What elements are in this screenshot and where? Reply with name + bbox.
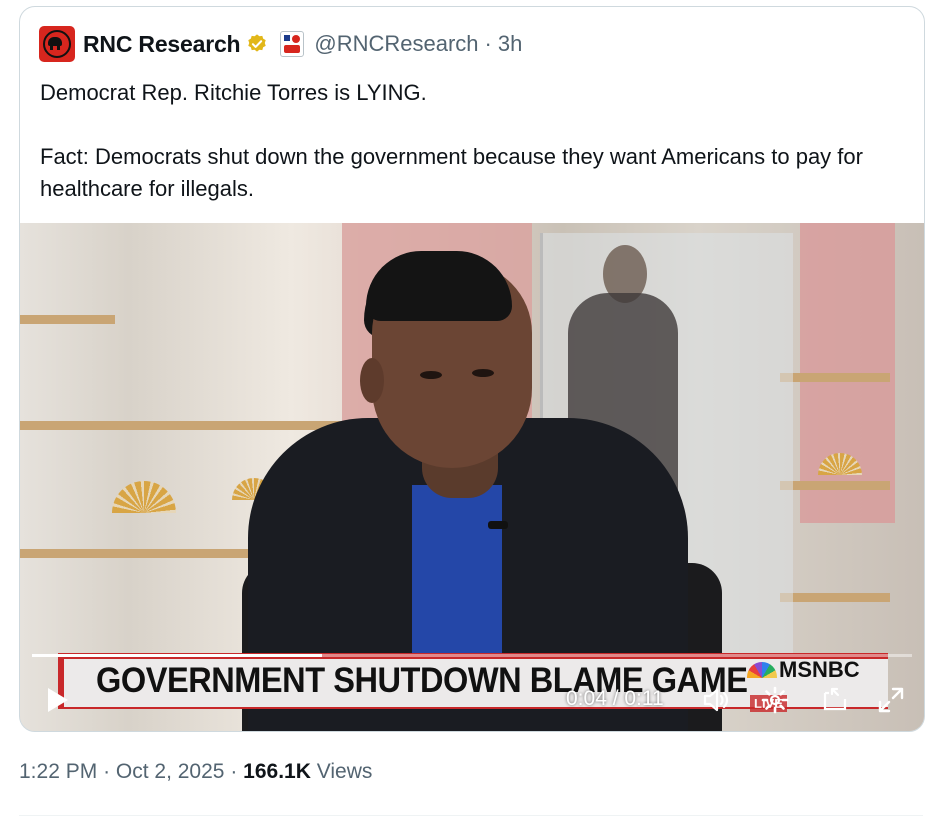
tweet-text-line-1: Democrat Rep. Ritchie Torres is LYING.: [40, 80, 427, 105]
network-logo: MSNBC: [747, 657, 860, 683]
msnbc-peacock-icon: [747, 662, 777, 678]
verified-badge-icon: [248, 34, 267, 52]
tweet-card[interactable]: RNC Research @RNCResearch · 3h Democrat …: [19, 6, 925, 732]
post-date[interactable]: Oct 2, 2025: [116, 760, 225, 783]
separator: ·: [484, 31, 492, 56]
author-handle[interactable]: @RNCResearch: [314, 31, 478, 57]
video-progress-fill: [32, 654, 323, 657]
post-time[interactable]: 3h: [498, 31, 522, 57]
views-count: 166.1K: [243, 760, 311, 783]
divider: [19, 815, 923, 816]
volume-icon[interactable]: [700, 685, 730, 715]
video-time: 0:04 / 0:11: [566, 687, 664, 710]
tweet-meta: 1:22 PM · Oct 2, 2025 · 166.1K Views: [19, 760, 373, 783]
video-player[interactable]: GOVERNMENT SHUTDOWN BLAME GAME MSNBC LIV…: [20, 223, 924, 731]
author-name[interactable]: RNC Research: [83, 31, 241, 58]
fullscreen-icon[interactable]: [876, 685, 906, 715]
views-label: Views: [316, 760, 373, 783]
picture-in-picture-icon[interactable]: [820, 685, 850, 715]
tweet-header: RNC Research @RNCResearch · 3h: [39, 26, 522, 62]
avatar[interactable]: [39, 26, 75, 62]
affiliate-badge-icon[interactable]: [280, 31, 305, 57]
tweet-text-line-2: Fact: Democrats shut down the government…: [40, 144, 863, 201]
settings-gear-icon[interactable]: [760, 685, 790, 715]
tweet-text: Democrat Rep. Ritchie Torres is LYING. F…: [40, 77, 920, 205]
post-timestamp[interactable]: 1:22 PM: [19, 760, 97, 783]
play-icon[interactable]: [42, 685, 72, 715]
video-progress-bar[interactable]: [32, 654, 912, 657]
lapel-mic: [488, 521, 508, 529]
